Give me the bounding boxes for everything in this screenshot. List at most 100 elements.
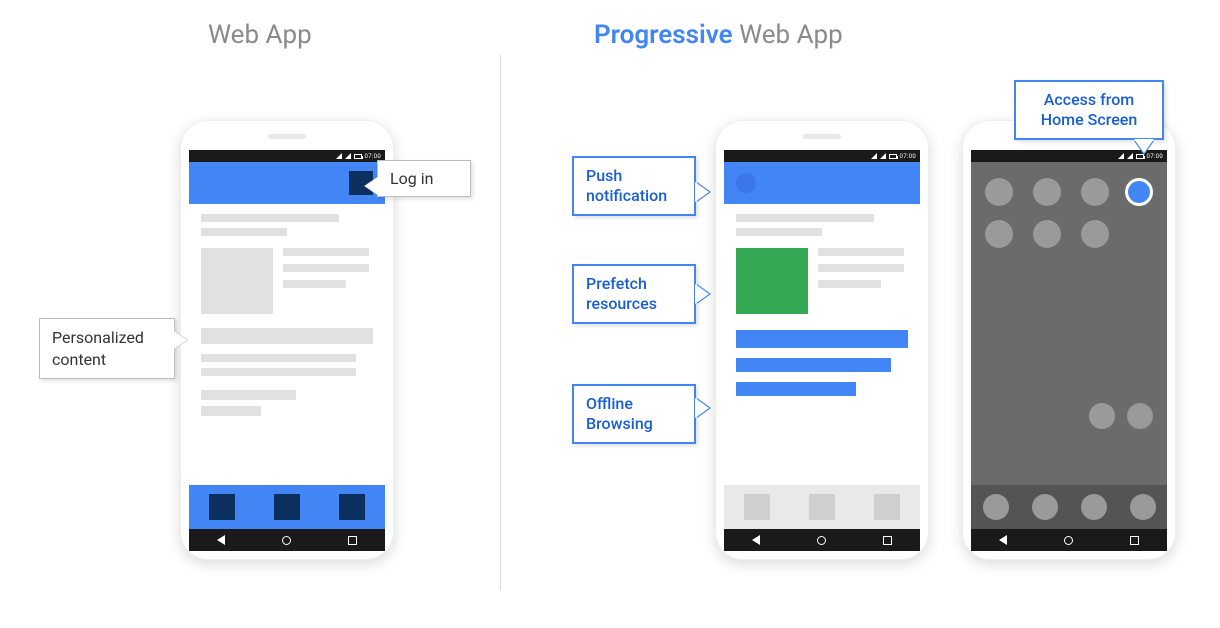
dock-app-icon bbox=[983, 494, 1009, 520]
prefetched-image bbox=[736, 248, 808, 314]
callout-prefetch: Prefetch resources bbox=[572, 264, 696, 324]
app-icon bbox=[1033, 220, 1061, 248]
phone-home-screen: 07:00 bbox=[962, 120, 1176, 560]
skeleton-line bbox=[283, 248, 369, 256]
home-icon bbox=[282, 536, 291, 545]
signal-icon bbox=[336, 153, 342, 159]
tab-item bbox=[209, 494, 235, 520]
battery-icon bbox=[354, 154, 362, 159]
pointer-icon bbox=[365, 177, 378, 195]
signal-icon bbox=[1118, 153, 1124, 159]
back-icon bbox=[217, 535, 225, 545]
skeleton-line bbox=[283, 280, 346, 288]
offline-content-block bbox=[736, 382, 856, 396]
bottom-tab-bar bbox=[724, 485, 920, 529]
heading-pwa: Progressive Web App bbox=[594, 20, 843, 50]
wifi-icon bbox=[1127, 153, 1133, 159]
callout-prefetch-text: Prefetch resources bbox=[586, 274, 657, 313]
back-icon bbox=[752, 535, 760, 545]
status-time: 07:00 bbox=[900, 153, 916, 160]
page-content bbox=[724, 204, 920, 396]
offline-content-block bbox=[736, 358, 891, 372]
pointer-icon bbox=[695, 284, 709, 304]
bottom-tab-bar bbox=[189, 485, 385, 529]
home-wallpaper bbox=[971, 162, 1167, 507]
skeleton-line bbox=[201, 214, 339, 222]
pointer-icon bbox=[1134, 139, 1154, 153]
android-nav-bar bbox=[189, 529, 385, 551]
callout-login: Log in bbox=[377, 160, 471, 197]
heading-pwa-rest: Web App bbox=[733, 20, 843, 50]
offline-content-block bbox=[736, 330, 908, 348]
home-dock bbox=[971, 485, 1167, 529]
recents-icon bbox=[883, 536, 892, 545]
tab-item bbox=[809, 494, 835, 520]
pwa-home-icon bbox=[1125, 178, 1153, 206]
battery-icon bbox=[1136, 154, 1144, 159]
app-bar bbox=[724, 162, 920, 204]
app-icon bbox=[1127, 403, 1153, 429]
callout-push: Push notification bbox=[572, 156, 696, 216]
phone-speaker bbox=[803, 134, 841, 139]
skeleton-line bbox=[201, 390, 296, 400]
status-time: 07:00 bbox=[1147, 153, 1163, 160]
phone-screen: 07:00 bbox=[189, 150, 385, 551]
skeleton-image bbox=[201, 248, 273, 314]
tab-item bbox=[744, 494, 770, 520]
skeleton-line bbox=[201, 368, 356, 376]
skeleton-line bbox=[201, 406, 261, 416]
heading-web-app: Web App bbox=[208, 20, 312, 50]
callout-personalized: Personalized content bbox=[39, 318, 175, 379]
phone-screen: 07:00 bbox=[724, 150, 920, 551]
home-icon bbox=[817, 536, 826, 545]
app-icon bbox=[1081, 178, 1109, 206]
android-nav-bar bbox=[971, 529, 1167, 551]
app-icon bbox=[985, 220, 1013, 248]
app-icon bbox=[985, 178, 1013, 206]
skeleton-line bbox=[736, 214, 874, 222]
skeleton-line bbox=[736, 228, 822, 236]
home-icon bbox=[1064, 536, 1073, 545]
push-notification-indicator bbox=[736, 173, 756, 193]
skeleton-line bbox=[201, 228, 287, 236]
skeleton-line bbox=[818, 280, 881, 288]
callout-personalized-text: Personalized content bbox=[52, 328, 144, 369]
tab-item bbox=[874, 494, 900, 520]
skeleton-block bbox=[201, 328, 373, 344]
app-bar bbox=[189, 162, 385, 204]
app-icon bbox=[1033, 178, 1061, 206]
heading-pwa-accent: Progressive bbox=[594, 20, 733, 50]
skeleton-line bbox=[283, 264, 369, 272]
section-divider bbox=[500, 55, 501, 590]
battery-icon bbox=[889, 154, 897, 159]
phone-web-app: 07:00 bbox=[180, 120, 394, 560]
back-icon bbox=[999, 535, 1007, 545]
callout-offline: Offline Browsing bbox=[572, 384, 696, 444]
pointer-icon bbox=[695, 182, 709, 202]
status-time: 07:00 bbox=[365, 153, 381, 160]
app-icon bbox=[1089, 403, 1115, 429]
home-app-row bbox=[1089, 403, 1153, 429]
tab-item bbox=[274, 494, 300, 520]
dock-app-icon bbox=[1032, 494, 1058, 520]
callout-homescreen-text: Access from Home Screen bbox=[1041, 90, 1138, 129]
android-status-bar: 07:00 bbox=[189, 150, 385, 162]
callout-push-text: Push notification bbox=[586, 166, 667, 205]
pointer-icon bbox=[174, 331, 187, 349]
android-nav-bar bbox=[724, 529, 920, 551]
app-icon bbox=[1081, 220, 1109, 248]
callout-homescreen: Access from Home Screen bbox=[1014, 80, 1164, 140]
dock-app-icon bbox=[1081, 494, 1107, 520]
phone-screen: 07:00 bbox=[971, 150, 1167, 551]
phone-pwa: 07:00 bbox=[715, 120, 929, 560]
skeleton-line bbox=[818, 264, 904, 272]
wifi-icon bbox=[345, 153, 351, 159]
android-status-bar: 07:00 bbox=[724, 150, 920, 162]
callout-offline-text: Offline Browsing bbox=[586, 394, 653, 433]
dock-app-icon bbox=[1130, 494, 1156, 520]
skeleton-line bbox=[201, 354, 356, 362]
tab-item bbox=[339, 494, 365, 520]
recents-icon bbox=[1130, 536, 1139, 545]
callout-login-text: Log in bbox=[390, 169, 433, 188]
signal-icon bbox=[871, 153, 877, 159]
